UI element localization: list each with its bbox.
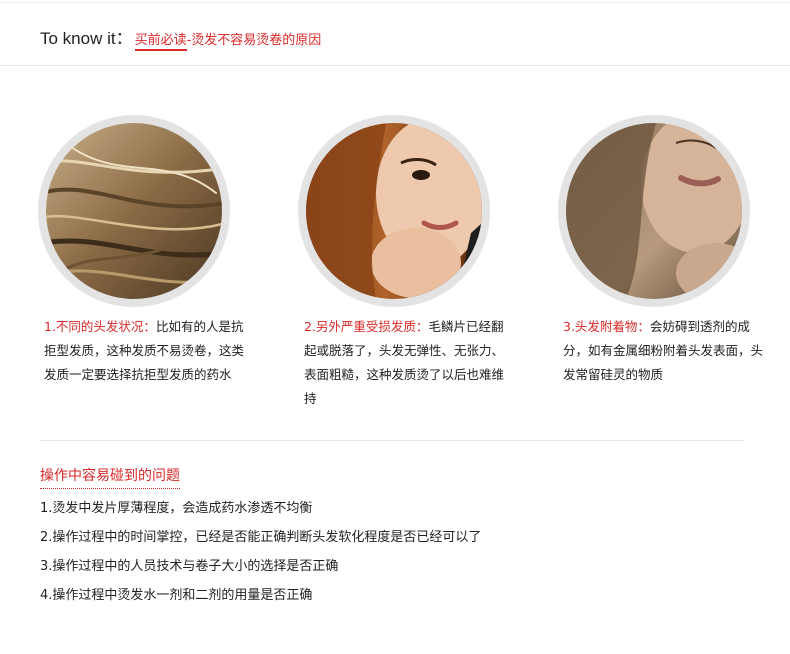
issues-list: 1.烫发中发片厚薄程度，会造成药水渗透不均衡 2.操作过程中的时间掌控，已经是否… — [40, 494, 481, 610]
hair-condition-image-frame — [38, 115, 230, 307]
top-divider — [0, 2, 790, 3]
damaged-hair-image-frame — [298, 115, 490, 307]
hair-closeup-photo — [46, 123, 222, 299]
card-lead: 1.不同的头发状况： — [44, 319, 156, 334]
woman-portrait-photo — [306, 123, 482, 299]
card-damaged-hair: 2.另外严重受损发质：毛鳞片已经翻起或脱落了，头发无弹性、无张力、表面粗糙，这种… — [304, 315, 504, 411]
issues-section-title: 操作中容易碰到的问题 — [40, 465, 180, 489]
page-title: To know it： — [40, 29, 133, 48]
card-lead: 2.另外严重受损发质： — [304, 319, 429, 334]
woman-face-photo — [566, 123, 742, 299]
hair-residue-image-frame — [558, 115, 750, 307]
must-read-link-emphasis[interactable]: 买前必读 — [134, 33, 187, 51]
card-hair-condition: 1.不同的头发状况：比如有的人是抗拒型发质，这种发质不易烫卷，这类发质一定要选择… — [44, 315, 244, 387]
list-item: 3.操作过程中的人员技术与卷子大小的选择是否正确 — [40, 559, 339, 574]
must-read-link-text[interactable]: -烫发不容易烫卷的原因 — [187, 33, 322, 48]
header-divider — [0, 65, 790, 66]
page-header: To know it： 买前必读-烫发不容易烫卷的原因 — [40, 24, 322, 51]
card-lead: 3.头发附着物： — [563, 319, 650, 334]
list-item: 4.操作过程中烫发水一剂和二剂的用量是否正确 — [40, 588, 313, 603]
card-hair-residue: 3.头发附着物：会妨碍到透剂的成分，如有金属细粉附着头发表面，头发常留硅灵的物质 — [563, 315, 763, 387]
must-read-link[interactable]: 买前必读-烫发不容易烫卷的原因 — [134, 33, 322, 51]
list-item: 2.操作过程中的时间掌控，已经是否能正确判断头发软化程度是否已经可以了 — [40, 530, 482, 545]
list-item: 1.烫发中发片厚薄程度，会造成药水渗透不均衡 — [40, 501, 313, 516]
section-divider — [40, 440, 744, 441]
